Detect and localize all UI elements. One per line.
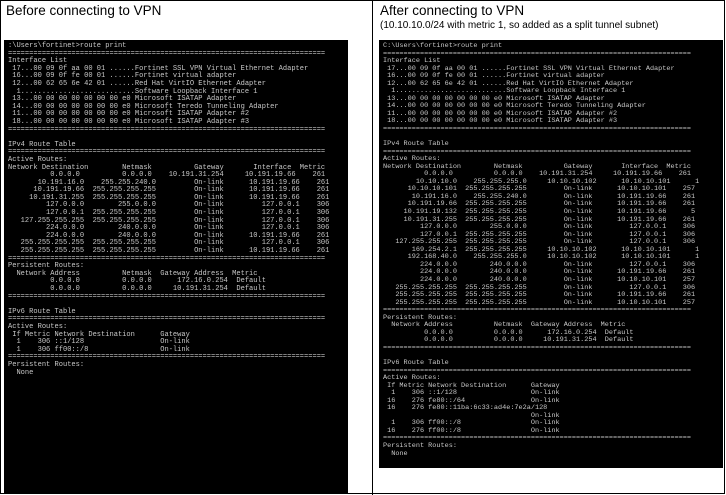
after-console-output: C:\Users\fortinet>route print ==========… bbox=[383, 42, 700, 458]
after-subheading: (10.10.10.0/24 with metric 1, so added a… bbox=[380, 20, 659, 31]
after-heading: After connecting to VPN bbox=[380, 3, 525, 18]
after-console-window: C:\Users\fortinet>route print ==========… bbox=[379, 40, 723, 468]
column-divider bbox=[372, 0, 373, 495]
before-console-window: :\Users\fortinet>route print ===========… bbox=[4, 40, 348, 493]
comparison-table: Before connecting to VPN :\Users\fortine… bbox=[0, 0, 726, 495]
before-console-output: :\Users\fortinet>route print ===========… bbox=[8, 42, 330, 377]
before-heading: Before connecting to VPN bbox=[6, 3, 162, 18]
